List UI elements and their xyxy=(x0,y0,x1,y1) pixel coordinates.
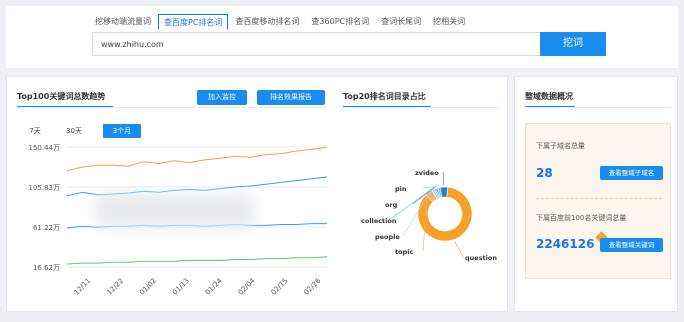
view-subdomains-button[interactable]: 查看整域子域名 xyxy=(600,166,663,180)
tab-baidu-pc[interactable]: 查百度PC排名词 xyxy=(158,14,229,29)
subdomain-count-value: 28 xyxy=(536,166,553,180)
range-30d[interactable]: 30天 xyxy=(63,124,85,138)
x-tick-label: 12/11 xyxy=(72,277,92,297)
tab-mobile-traffic[interactable]: 挖移动端流量词 xyxy=(90,14,156,29)
slice-label-topic: topic xyxy=(395,248,413,256)
series-line xyxy=(66,146,328,172)
overview-divider xyxy=(525,107,671,108)
leader-zvideo xyxy=(442,171,445,186)
view-keywords-button[interactable]: 查看整域关键词 xyxy=(600,238,663,252)
stat-separator xyxy=(536,198,662,199)
search-button[interactable]: 挖词 xyxy=(540,32,606,56)
x-tick-label: 02/04 xyxy=(237,276,257,296)
tab-related[interactable]: 挖相关词 xyxy=(428,14,470,29)
y-tick-label: 105.83万 xyxy=(29,184,61,192)
leader-pin xyxy=(422,185,439,189)
search-tabs: 挖移动端流量词 查百度PC排名词 查百度移动排名词 查360PC排名词 查词长尾… xyxy=(90,14,472,29)
x-tick-label: 01/13 xyxy=(171,277,191,297)
subdomain-count-label: 下属子域名总量 xyxy=(536,142,585,150)
trend-divider xyxy=(17,107,327,108)
add-monitor-button[interactable]: 加入监控 xyxy=(197,90,247,105)
x-tick-label: 02/26 xyxy=(302,276,322,296)
overview-stat-box: 下属子域名总量 28 查看整域子域名 下属百度前100名关键词总量 224612… xyxy=(525,123,671,279)
overview-title: 整域数据概况 xyxy=(525,92,573,101)
slice-label-zvideo: zvideo xyxy=(415,169,439,177)
ranking-report-button[interactable]: 排名效果报告 xyxy=(257,90,325,105)
slice-label-pin: pin xyxy=(395,185,407,193)
y-tick-label: 61.22万 xyxy=(33,224,60,232)
range-3m[interactable]: 3个月 xyxy=(103,124,141,138)
keyword-count-label: 下属百度前100名关键词总量 xyxy=(536,214,627,222)
slice-label-people: people xyxy=(375,233,400,241)
overview-panel: 整域数据概况 下属子域名总量 28 查看整域子域名 下属百度前100名关键词总量… xyxy=(514,76,678,312)
tab-baidu-mobile[interactable]: 查百度移动排名词 xyxy=(230,14,304,29)
trend-panel: Top100关键词总数趋势 加入监控 排名效果报告 7天 30天 3个月 150… xyxy=(6,76,508,312)
tab-360-pc[interactable]: 查360PC排名词 xyxy=(306,14,374,29)
range-7d[interactable]: 7天 xyxy=(25,124,45,138)
y-tick-label: 16.62万 xyxy=(33,264,60,272)
domain-input[interactable] xyxy=(92,32,540,56)
x-tick-label: 02/15 xyxy=(270,277,290,297)
y-tick-label: 150.44万 xyxy=(29,144,61,152)
x-tick-label: 12/22 xyxy=(105,277,125,297)
blurred-overlay xyxy=(95,193,255,229)
slice-label-collection: collection xyxy=(361,217,397,225)
series-line xyxy=(66,256,328,265)
trend-title: Top100关键词总数趋势 xyxy=(17,92,106,101)
x-tick-label: 01/02 xyxy=(138,277,158,297)
directory-share-donut: question topic people collection org pin zvide… xyxy=(361,169,497,262)
pie-title: Top20排名词目录占比 xyxy=(343,92,426,101)
leader-question xyxy=(454,241,464,258)
keyword-count-value: 2246126 xyxy=(536,237,595,251)
slice-label-org: org xyxy=(385,201,398,209)
x-tick-label: 01/24 xyxy=(204,276,224,296)
search-card: 挖移动端流量词 查百度PC排名词 查百度移动排名词 查360PC排名词 查词长尾… xyxy=(6,6,678,68)
pie-divider xyxy=(343,107,499,108)
tab-long-tail[interactable]: 查词长尾词 xyxy=(376,14,426,29)
slice-label-question: question xyxy=(465,254,497,262)
